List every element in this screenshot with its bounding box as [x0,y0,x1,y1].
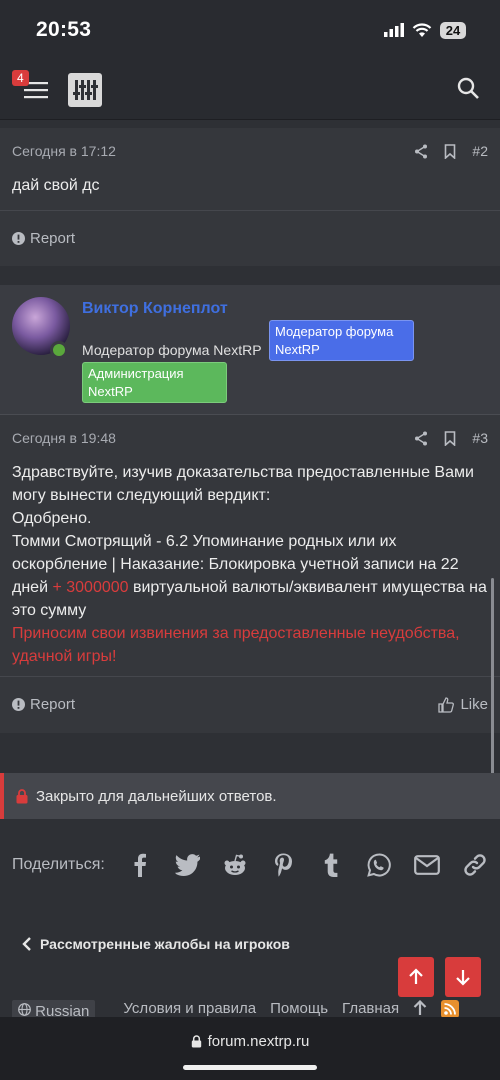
post-3: Сегодня в 19:48 #3 Здравствуйте, изучив … [0,415,500,733]
breadcrumb-label: Рассмотренные жалобы на игроков [40,936,290,952]
search-icon [457,77,479,99]
lock-icon [191,1034,201,1047]
author-title: Модератор форума NextRP [82,342,262,358]
wifi-icon [412,22,432,37]
post-number[interactable]: #3 [472,430,488,446]
like-label: Like [460,696,488,713]
alert-icon [12,232,25,245]
top-nav: 4 [0,60,500,120]
cellular-signal-icon [384,23,404,37]
whatsapp-icon[interactable] [366,852,392,878]
thread-closed-notice: Закрыто для дальнейших ответов. [0,773,500,819]
footer-link-home[interactable]: Главная [342,1000,399,1017]
rss-icon[interactable] [441,1000,460,1018]
status-bar: 20:53 24 [0,0,500,60]
equalizer-icon [73,79,98,100]
link-icon[interactable] [462,852,488,878]
online-status-icon [50,341,68,359]
share-icon[interactable] [414,144,428,159]
post-date[interactable]: Сегодня в 19:48 [12,430,116,446]
closed-text: Закрыто для дальнейших ответов. [36,787,277,805]
post-greeting: Здравствуйте, изучив доказательства пред… [12,464,474,504]
report-label: Report [30,230,76,247]
footer-link-terms[interactable]: Условия и правила [123,1000,256,1017]
post-meta: Сегодня в 17:12 #2 [0,128,500,174]
report-button[interactable]: Report [12,696,75,713]
admin-badge: Администрация NextRP [82,362,227,403]
like-button[interactable]: Like [438,696,488,713]
punishment-amount: + 3000000 [52,579,129,596]
scroll-to-bottom-button[interactable] [445,957,481,997]
bookmark-icon[interactable] [444,430,456,446]
home-indicator [183,1065,317,1070]
post-verdict: Одобрено. [12,510,92,527]
post-footer: Report Like [0,676,500,732]
post-footer: Report [0,210,500,266]
globe-icon [18,1003,31,1016]
post-punishment: Томми Смотрящий - 6.2 Упоминание родных … [12,530,488,622]
battery-indicator: 24 [440,21,466,39]
reddit-icon[interactable] [222,852,248,878]
email-icon[interactable] [414,852,440,878]
post-body: Здравствуйте, изучив доказательства пред… [0,461,500,676]
notification-badge: 4 [12,69,29,86]
share-label: Поделиться: [12,856,105,873]
post-apology: Приносим свои извинения за предоставленн… [12,625,460,665]
tumblr-icon[interactable] [318,852,344,878]
thumbs-up-icon [438,696,455,713]
post-actions: #2 [414,143,488,159]
share-row: Поделиться: [12,845,488,885]
facebook-icon[interactable] [127,852,153,878]
arrow-down-icon [456,970,470,986]
post-number[interactable]: #2 [472,143,488,159]
post-meta: Сегодня в 19:48 #3 [0,415,500,461]
share-icon[interactable] [414,431,428,446]
search-button[interactable] [456,76,480,105]
lock-icon [16,788,28,803]
url-text: forum.nextrp.ru [207,1032,310,1050]
status-time: 20:53 [36,18,92,41]
menu-button[interactable]: 4 [12,69,50,102]
post-body: дай свой дс [12,177,100,194]
report-label: Report [30,696,76,713]
author-name[interactable]: Виктор Корнеплот [82,300,228,318]
browser-url-bar[interactable]: forum.nextrp.ru [0,1017,500,1080]
url-display[interactable]: forum.nextrp.ru [191,1031,310,1051]
twitter-icon[interactable] [174,852,201,878]
report-button[interactable]: Report [12,230,75,247]
post-actions: #3 [414,430,488,446]
footer-link-help[interactable]: Помощь [270,1000,328,1017]
status-icons: 24 [384,21,466,39]
chevron-left-icon [22,937,31,951]
author-block: Виктор Корнеплот Модератор форума NextRP… [0,285,500,415]
alert-icon [12,698,25,711]
breadcrumb[interactable]: Рассмотренные жалобы на игроков [22,936,290,952]
moderator-badge: Модератор форума NextRP [269,320,414,361]
scroll-to-top-button[interactable] [398,957,434,997]
arrow-up-icon[interactable] [413,1000,427,1016]
bookmark-icon[interactable] [444,143,456,159]
post-date[interactable]: Сегодня в 17:12 [12,143,116,159]
post-2: Сегодня в 17:12 #2 дай свой дс Report [0,128,500,266]
arrow-up-icon [409,968,423,984]
pinterest-icon[interactable] [270,852,296,878]
site-logo[interactable] [68,72,102,107]
